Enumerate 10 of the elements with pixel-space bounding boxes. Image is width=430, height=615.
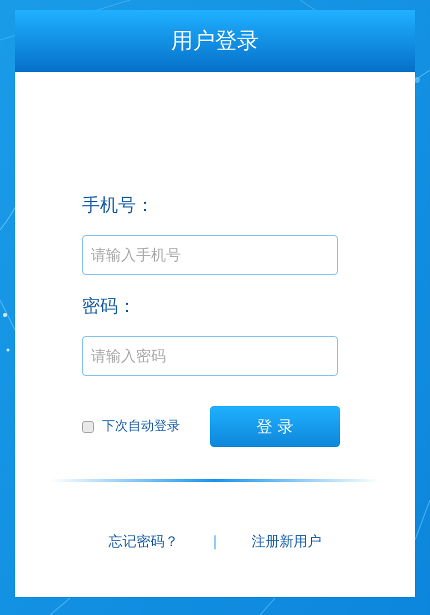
remember-label: 下次自动登录: [102, 418, 180, 436]
forgot-password-link[interactable]: 忘记密码？: [108, 532, 179, 553]
field-label: 密码：: [82, 295, 136, 319]
link-separator: |: [212, 533, 218, 552]
input-field[interactable]: 请输入手机号: [82, 235, 338, 275]
register-link[interactable]: 注册新用户: [251, 532, 322, 553]
checkbox[interactable]: [82, 420, 94, 432]
card-title: 用户登录: [171, 28, 259, 56]
input-field[interactable]: 请输入密码: [82, 336, 338, 376]
field-label: 手机号：: [82, 194, 154, 218]
